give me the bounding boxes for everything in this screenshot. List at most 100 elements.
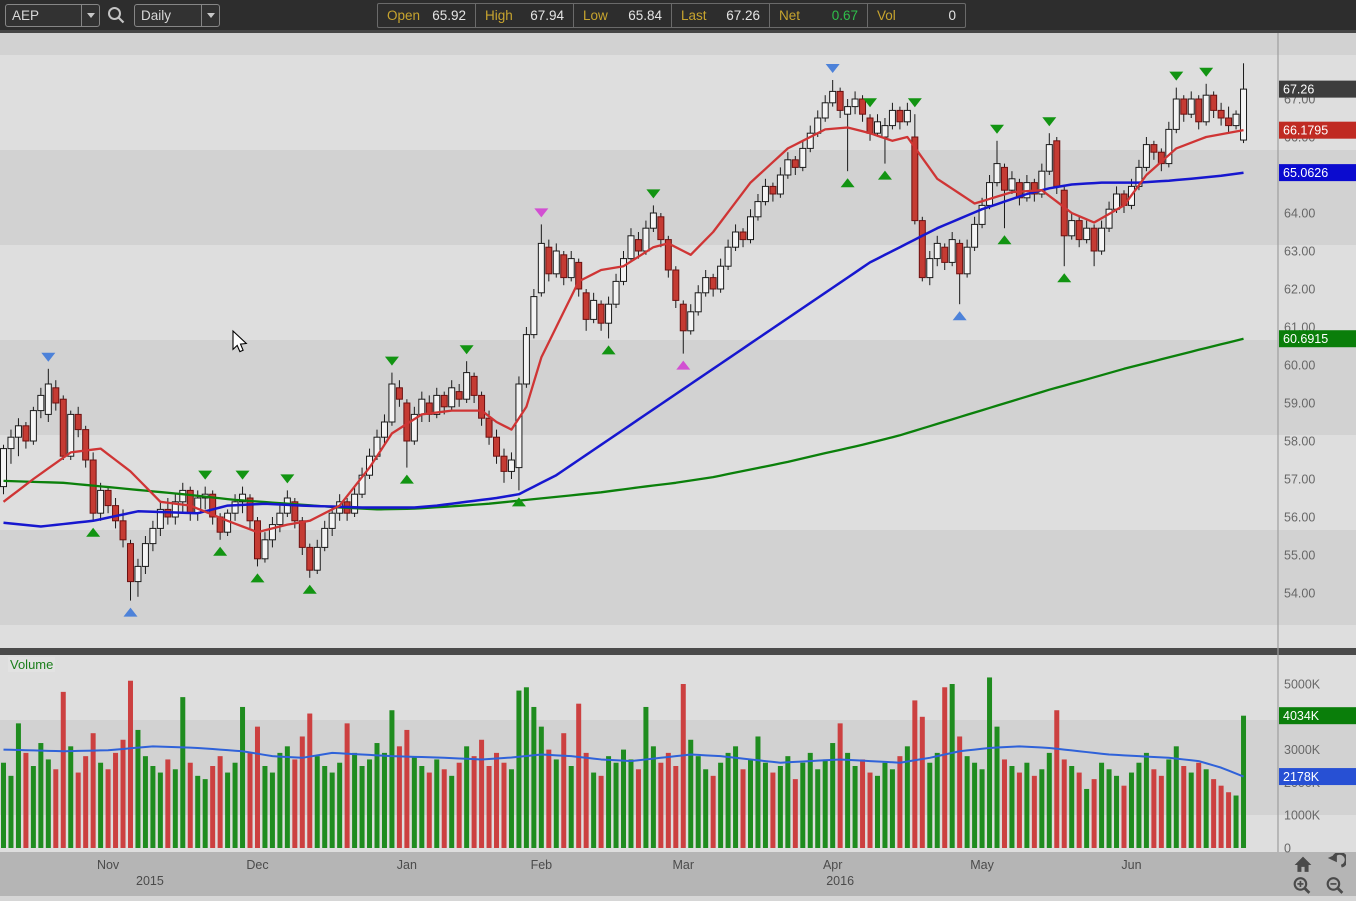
volume-pane-title: Volume xyxy=(8,657,56,672)
candle-body xyxy=(881,125,889,138)
candle-body xyxy=(642,227,650,252)
volume-bar xyxy=(1211,779,1217,848)
undo-button[interactable] xyxy=(1324,851,1348,874)
volume-bar xyxy=(785,756,791,848)
volume-bar xyxy=(1188,772,1194,848)
volume-bar xyxy=(23,752,29,848)
volume-bar xyxy=(105,769,111,848)
volume-bar xyxy=(994,726,1000,848)
candle-body xyxy=(1075,220,1083,241)
volume-bar xyxy=(1158,775,1164,848)
candle-body xyxy=(1000,166,1008,191)
price-tick-label: 63.00 xyxy=(1284,245,1315,259)
volume-bar xyxy=(583,752,589,848)
candle-body xyxy=(694,292,702,313)
volume-bar xyxy=(68,746,74,848)
volume-bar xyxy=(531,706,537,848)
chevron-down-icon xyxy=(206,13,215,18)
interval-dropdown-button[interactable] xyxy=(201,5,219,26)
volume-bar xyxy=(665,752,671,848)
volume-bar xyxy=(889,769,895,848)
candle-body xyxy=(59,398,67,457)
volume-bar xyxy=(1196,762,1202,848)
candle-body xyxy=(44,383,52,415)
symbol-dropdown-button[interactable] xyxy=(81,5,99,26)
volume-bar xyxy=(1039,769,1045,848)
volume-bar xyxy=(1218,785,1224,848)
price-tick-label: 64.00 xyxy=(1284,207,1315,221)
candle-body xyxy=(620,258,628,282)
candle-body xyxy=(179,489,187,503)
candle-body xyxy=(298,520,306,548)
candle-body xyxy=(1210,94,1218,111)
home-button[interactable] xyxy=(1292,854,1314,875)
volume-bar xyxy=(688,739,694,848)
candle-body xyxy=(470,375,478,396)
volume-bar xyxy=(897,756,903,848)
volume-bar xyxy=(1233,795,1239,848)
volume-bar xyxy=(180,697,186,848)
candle-body xyxy=(261,539,269,560)
volume-bar xyxy=(262,766,268,848)
price-tick-label: 57.00 xyxy=(1284,473,1315,487)
candle-body xyxy=(776,174,784,195)
volume-bar xyxy=(658,762,664,848)
volume-bar xyxy=(419,766,425,848)
candle-body xyxy=(14,425,22,438)
volume-bar xyxy=(411,756,417,848)
symbol-search-button[interactable] xyxy=(106,5,126,25)
candle-body xyxy=(761,185,769,203)
month-label: Mar xyxy=(673,858,695,872)
candle-body xyxy=(515,383,523,469)
candle-body xyxy=(1053,140,1061,187)
candle-body xyxy=(1180,98,1188,115)
price-tick-label: 55.00 xyxy=(1284,549,1315,563)
candle-body xyxy=(597,303,605,324)
candle-body xyxy=(1098,227,1106,252)
candle-body xyxy=(29,410,37,442)
volume-bar xyxy=(912,700,918,848)
candle-body xyxy=(231,501,239,514)
candle-body xyxy=(395,387,403,400)
volume-bar xyxy=(404,729,410,848)
volume-bar xyxy=(254,726,260,848)
candle-body xyxy=(873,121,881,134)
candle-body xyxy=(380,421,388,438)
volume-bar xyxy=(1084,788,1090,848)
candle-body xyxy=(134,565,142,583)
candle-body xyxy=(119,520,127,541)
candle-body xyxy=(702,277,710,294)
volume-bar xyxy=(38,743,44,848)
interval-select[interactable]: Daily xyxy=(134,4,220,27)
volume-bar xyxy=(113,752,119,848)
candle-body xyxy=(672,269,680,301)
volume-bar xyxy=(449,775,455,848)
volume-bar xyxy=(695,756,701,848)
zoom-in-button[interactable] xyxy=(1291,875,1313,896)
volume-bar xyxy=(381,752,387,848)
candle-body xyxy=(724,246,732,267)
candle-body xyxy=(149,527,157,545)
candle-body xyxy=(1068,220,1076,237)
chart-canvas[interactable]: 67.0066.0065.0064.0063.0062.0061.0060.00… xyxy=(0,0,1356,896)
candle-body xyxy=(986,182,994,206)
candle-body xyxy=(463,372,471,400)
quote-bar: Open 65.92 High 67.94 Low 65.84 Last 67.… xyxy=(377,3,966,28)
volume-bar xyxy=(606,756,612,848)
candle-body xyxy=(507,459,515,472)
interval-value: Daily xyxy=(141,8,172,23)
symbol-input[interactable]: AEP xyxy=(5,4,100,27)
volume-bar xyxy=(949,684,955,848)
volume-bar xyxy=(770,772,776,848)
price-tick-label: 60.00 xyxy=(1284,359,1315,373)
volume-bar xyxy=(635,769,641,848)
zoom-out-button[interactable] xyxy=(1324,875,1346,896)
volume-bar xyxy=(187,762,193,848)
volume-bar xyxy=(344,723,350,848)
candle-body xyxy=(537,242,545,294)
month-label: Dec xyxy=(246,858,268,872)
symbol-value: AEP xyxy=(12,8,40,23)
trading-app-window: { "toolbar": { "symbol_input": { "value"… xyxy=(0,0,1356,896)
volume-bar xyxy=(471,756,477,848)
candle-body xyxy=(1045,144,1053,172)
